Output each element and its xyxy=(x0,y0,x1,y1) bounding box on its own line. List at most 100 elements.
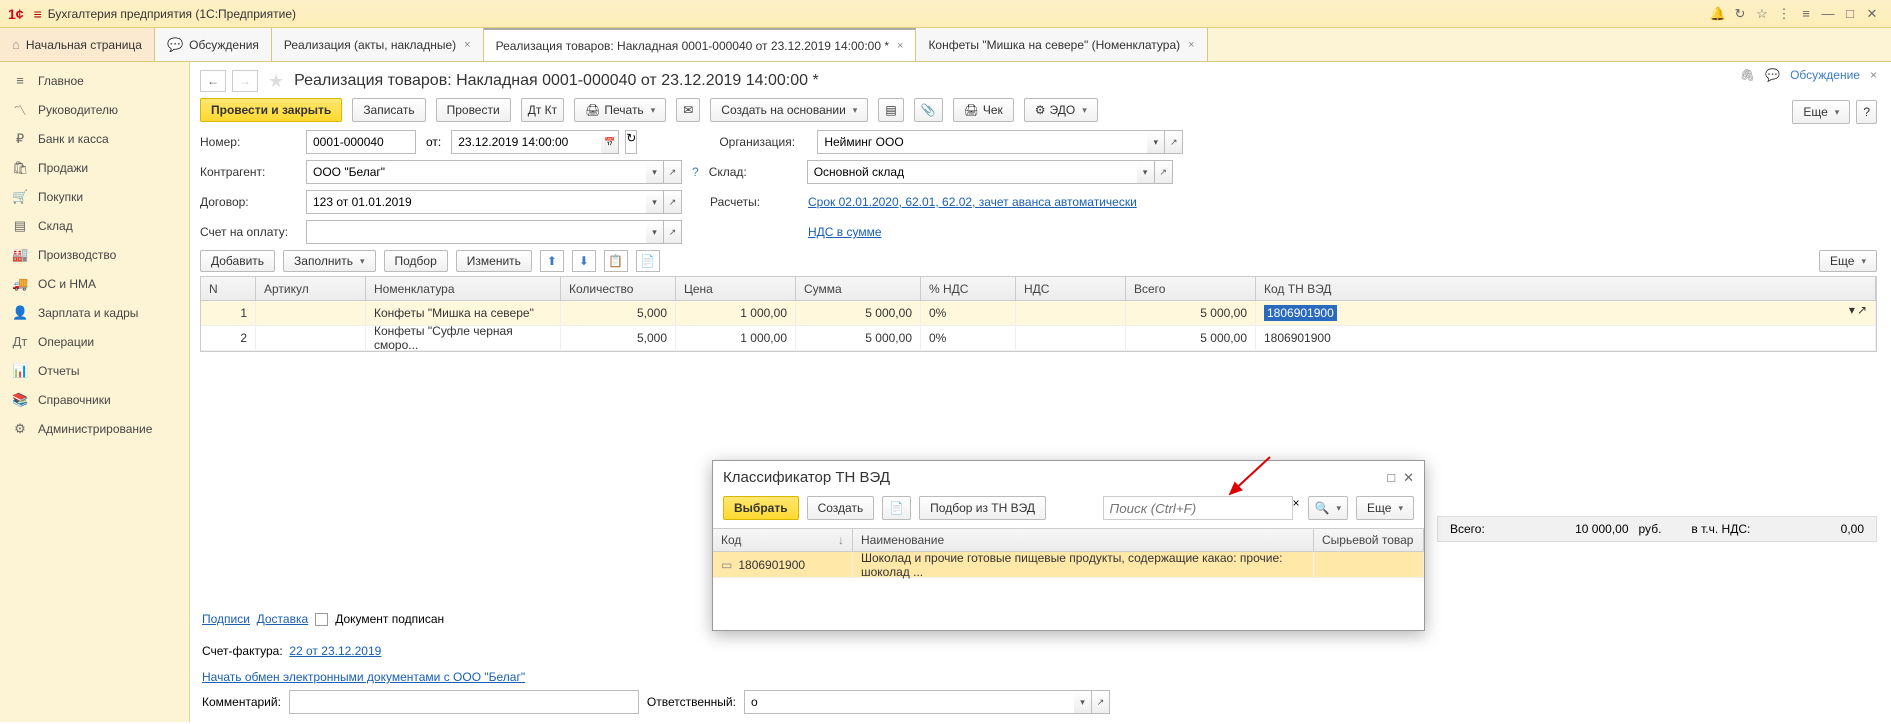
chevron-down-icon[interactable]: ▾ xyxy=(646,190,664,214)
sidebar-item-operations[interactable]: ДтОперации xyxy=(0,327,189,356)
table-more-button[interactable]: Еще xyxy=(1819,250,1877,272)
contragent-input[interactable] xyxy=(306,160,646,184)
sidebar-item-fixed-assets[interactable]: 🚚ОС и НМА xyxy=(0,269,189,298)
attach-icon[interactable]: 🖇 xyxy=(1740,68,1755,82)
chevron-down-icon[interactable]: ▾ xyxy=(646,160,664,184)
dots-icon[interactable]: ⋮ xyxy=(1773,6,1795,22)
sidebar-item-manager[interactable]: 〽Руководителю xyxy=(0,95,189,124)
col-n[interactable]: N xyxy=(201,277,256,300)
create-button[interactable]: Создать xyxy=(807,496,875,520)
move-up-button[interactable]: ⬆ xyxy=(540,250,564,272)
chat-icon[interactable]: 💬 xyxy=(1765,68,1780,82)
maximize-icon[interactable]: □ xyxy=(1839,6,1861,21)
sidebar-item-main[interactable]: ≡Главное xyxy=(0,66,189,95)
filter-icon[interactable]: ≡ xyxy=(1795,6,1817,21)
table-row[interactable]: 2 Конфеты "Суфле черная сморо... 5,000 1… xyxy=(201,326,1876,351)
close-icon[interactable]: × xyxy=(897,40,903,52)
chevron-down-icon[interactable]: ▾ xyxy=(1074,690,1092,714)
post-close-button[interactable]: Провести и закрыть xyxy=(200,98,342,122)
print-button[interactable]: 🖨 Печать xyxy=(574,98,666,122)
pick-tnved-button[interactable]: Подбор из ТН ВЭД xyxy=(919,496,1046,520)
col-vat[interactable]: НДС xyxy=(1016,277,1126,300)
delivery-link[interactable]: Доставка xyxy=(257,612,309,626)
col-vatpct[interactable]: % НДС xyxy=(921,277,1016,300)
col-qty[interactable]: Количество xyxy=(561,277,676,300)
close-icon[interactable]: × xyxy=(1188,39,1194,51)
close-icon[interactable]: ✕ xyxy=(1861,6,1883,22)
open-icon[interactable]: ↗ xyxy=(1092,690,1110,714)
sf-link[interactable]: 22 от 23.12.2019 xyxy=(289,644,381,658)
open-icon[interactable]: ↗ xyxy=(664,160,682,184)
sidebar-item-production[interactable]: 🏭Производство xyxy=(0,240,189,269)
chevron-down-icon[interactable]: ▾ xyxy=(1147,130,1165,154)
minimize-icon[interactable]: — xyxy=(1817,6,1839,21)
date-input[interactable] xyxy=(451,130,601,154)
chevron-down-icon[interactable]: ▾ xyxy=(1849,303,1855,323)
edo-button[interactable]: ⚙ ЭДО xyxy=(1024,98,1098,122)
menu-icon[interactable]: ≡ xyxy=(34,6,42,22)
popup-more-button[interactable]: Еще xyxy=(1356,496,1414,520)
star-icon[interactable]: ☆ xyxy=(1751,6,1773,22)
tab-nomenclature[interactable]: Конфеты "Мишка на севере" (Номенклатура)… xyxy=(916,28,1207,61)
sidebar-item-bank[interactable]: ₽Банк и касса xyxy=(0,124,189,153)
open-icon[interactable]: ↗ xyxy=(1857,303,1867,323)
number-input[interactable] xyxy=(306,130,416,154)
comment-input[interactable] xyxy=(289,690,639,714)
table-row[interactable]: 1 Конфеты "Мишка на севере" 5,000 1 000,… xyxy=(201,301,1876,326)
signatures-link[interactable]: Подписи xyxy=(202,612,250,626)
tab-home[interactable]: ⌂Начальная страница xyxy=(0,28,155,61)
popup-col-code[interactable]: Код↓ xyxy=(713,529,853,551)
card-button[interactable]: ▤ xyxy=(878,98,903,122)
help-button[interactable]: ? xyxy=(1856,100,1877,124)
sidebar-item-references[interactable]: 📚Справочники xyxy=(0,385,189,414)
hint-icon[interactable]: ? xyxy=(692,165,699,179)
warehouse-input[interactable] xyxy=(807,160,1137,184)
dtkt-button[interactable]: Дт Кт xyxy=(521,98,564,122)
col-article[interactable]: Артикул xyxy=(256,277,366,300)
write-button[interactable]: Записать xyxy=(352,98,425,122)
refresh-icon[interactable]: ↻ xyxy=(625,130,637,154)
responsible-input[interactable] xyxy=(744,690,1074,714)
col-tnved[interactable]: Код ТН ВЭД xyxy=(1256,277,1876,300)
open-icon[interactable]: ↗ xyxy=(664,190,682,214)
open-icon[interactable]: ↗ xyxy=(1155,160,1173,184)
sidebar-item-admin[interactable]: ⚙Администрирование xyxy=(0,414,189,443)
discussion-link[interactable]: Обсуждение xyxy=(1790,68,1860,82)
popup-row[interactable]: ▭1806901900 Шоколад и прочие готовые пищ… xyxy=(713,552,1424,578)
start-exchange-link[interactable]: Начать обмен электронными документами с … xyxy=(202,670,525,684)
paste-button[interactable]: 📄 xyxy=(636,250,660,272)
fill-button[interactable]: Заполнить xyxy=(283,250,375,272)
clear-icon[interactable]: × xyxy=(1293,496,1300,520)
sidebar-item-warehouse[interactable]: ▤Склад xyxy=(0,211,189,240)
create-based-button[interactable]: Создать на основании xyxy=(710,98,868,122)
close-icon[interactable]: ✕ xyxy=(1403,470,1414,486)
tnved-cell-editing[interactable]: 1806901900▾↗ xyxy=(1256,301,1876,325)
col-total[interactable]: Всего xyxy=(1126,277,1256,300)
sidebar-item-reports[interactable]: 📊Отчеты xyxy=(0,356,189,385)
cheque-button[interactable]: 🖨 Чек xyxy=(953,98,1014,122)
chevron-down-icon[interactable]: ▾ xyxy=(646,220,664,244)
org-input[interactable] xyxy=(817,130,1147,154)
sidebar-item-sales[interactable]: 🛍Продажи xyxy=(0,153,189,182)
chevron-down-icon[interactable]: ▾ xyxy=(1137,160,1155,184)
forward-button[interactable]: → xyxy=(232,70,258,92)
account-input[interactable] xyxy=(306,220,646,244)
post-button[interactable]: Провести xyxy=(436,98,511,122)
move-down-button[interactable]: ⬇ xyxy=(572,250,596,272)
attach-button[interactable]: 📎 xyxy=(914,98,943,122)
sidebar-item-salary[interactable]: 👤Зарплата и кадры xyxy=(0,298,189,327)
copy-button[interactable]: 📋 xyxy=(604,250,628,272)
vat-link[interactable]: НДС в сумме xyxy=(808,225,882,239)
tab-realization-doc[interactable]: Реализация товаров: Накладная 0001-00004… xyxy=(484,28,917,61)
calc-link[interactable]: Срок 02.01.2020, 62.01, 62.02, зачет ава… xyxy=(808,195,1137,209)
close-icon[interactable]: × xyxy=(464,39,470,51)
popup-col-name[interactable]: Наименование xyxy=(853,529,1314,551)
favorite-icon[interactable]: ★ xyxy=(268,71,284,92)
popup-col-raw[interactable]: Сырьевой товар xyxy=(1314,529,1424,551)
contract-input[interactable] xyxy=(306,190,646,214)
pick-button[interactable]: Подбор xyxy=(384,250,448,272)
col-price[interactable]: Цена xyxy=(676,277,796,300)
open-icon[interactable]: ↗ xyxy=(1165,130,1183,154)
sidebar-item-purchases[interactable]: 🛒Покупки xyxy=(0,182,189,211)
close-doc-icon[interactable]: × xyxy=(1870,68,1877,82)
